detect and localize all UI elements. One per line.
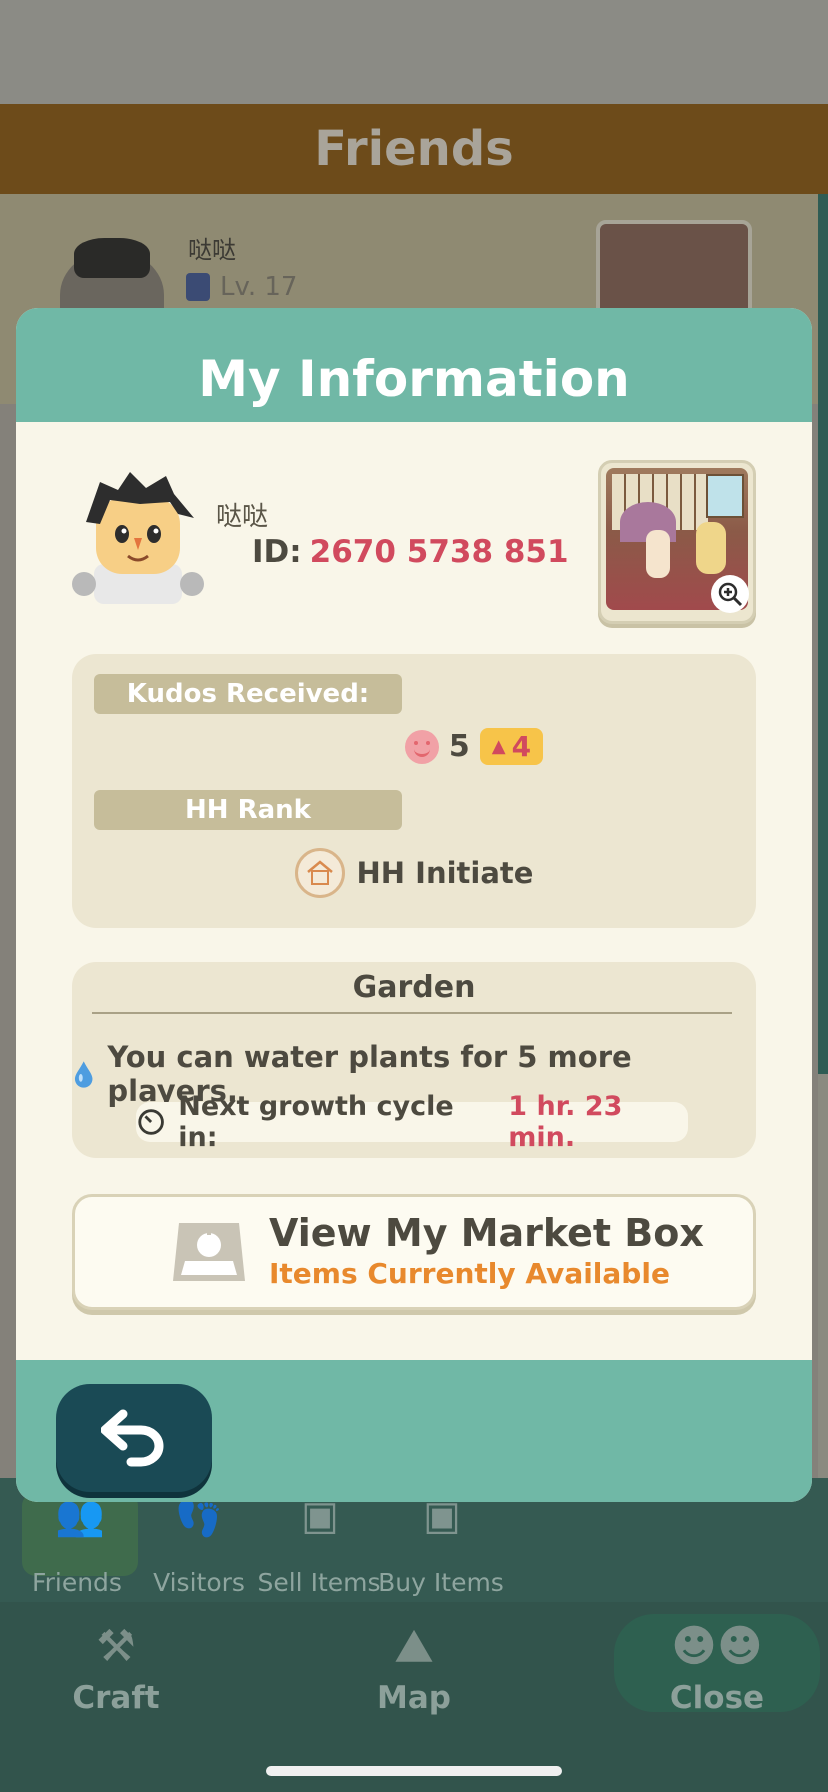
- rank-label: HH Rank: [94, 790, 402, 830]
- home-indicator: [266, 1766, 562, 1776]
- kudos-count: 5: [448, 729, 470, 764]
- profile-id: ID: 2670 5738 851: [252, 534, 569, 570]
- nav-map[interactable]: ⛰ Map: [344, 1620, 484, 1716]
- subnav-friends[interactable]: 👥: [22, 1492, 138, 1576]
- subnav-label-visitors: Visitors: [153, 1568, 245, 1597]
- modal-header: My Information: [16, 308, 812, 422]
- map-icon: ⛰: [395, 1621, 433, 1672]
- growth-label: Next growth cycle in:: [178, 1091, 454, 1153]
- rank-value: HH Initiate: [356, 856, 534, 890]
- close-villagers-icon: ☻☻: [671, 1621, 763, 1672]
- kudos-badge-value: 4: [511, 730, 532, 763]
- friend-room-thumbnail[interactable]: [596, 220, 752, 320]
- growth-cycle-pill: Next growth cycle in: 1 hr. 23 min.: [136, 1091, 688, 1153]
- my-information-modal: My Information 哒哒 ID: 2670 5738 851 Kudo…: [16, 308, 812, 1502]
- friend-name: 哒哒: [188, 236, 236, 264]
- friends-header: Friends: [0, 104, 828, 194]
- smiley-icon: [404, 729, 439, 764]
- kudos-row: 5 ▲ 4: [72, 728, 756, 765]
- subnav-label-friends: Friends: [32, 1568, 122, 1597]
- back-arrow-icon: [101, 1409, 164, 1467]
- profile-id-value: 2670 5738 851: [309, 534, 569, 570]
- back-button[interactable]: [56, 1384, 212, 1492]
- growth-time: 1 hr. 23 min.: [508, 1091, 623, 1153]
- nav-close[interactable]: ☻☻ Close: [652, 1620, 782, 1716]
- cat-heart-icon: [186, 273, 210, 301]
- nav-close-label: Close: [669, 1680, 765, 1716]
- friend-level-wrap: Lv. 17: [186, 272, 297, 302]
- garden-panel: Garden You can water plants for 5 more p…: [72, 962, 756, 1158]
- water-drop-icon: [74, 1061, 93, 1088]
- market-title: View My Market Box: [269, 1211, 704, 1255]
- nav-craft-label: Craft: [72, 1680, 160, 1716]
- garden-title: Garden: [352, 970, 476, 1005]
- triangle-up-icon: ▲: [491, 736, 506, 757]
- view-market-box-button[interactable]: View My Market Box Items Currently Avail…: [72, 1194, 756, 1310]
- avatar: [70, 468, 206, 604]
- kudos-panel: Kudos Received: 5 ▲ 4 HH Rank HH Initiat…: [72, 654, 756, 928]
- modal-title: My Information: [198, 350, 630, 408]
- status-area: [0, 0, 828, 104]
- market-subtitle: Items Currently Available: [269, 1257, 670, 1290]
- nav-map-label: Map: [377, 1680, 451, 1716]
- scrollbar[interactable]: [818, 194, 828, 1074]
- timer-icon: [138, 1109, 164, 1135]
- divider: [92, 1012, 732, 1014]
- house-badge-icon: [294, 848, 345, 898]
- kudos-badge: ▲ 4: [479, 728, 544, 765]
- zoom-in-icon[interactable]: [711, 575, 749, 613]
- profile-name: 哒哒: [216, 502, 269, 532]
- rank-row: HH Initiate: [72, 848, 756, 898]
- room-thumbnail[interactable]: [598, 460, 756, 624]
- subnav-label-sell-items: Sell Items: [257, 1568, 381, 1597]
- modal-footer: [16, 1360, 812, 1502]
- profile-id-label: ID:: [252, 534, 302, 570]
- nav-craft[interactable]: ⚒ Craft: [66, 1620, 166, 1716]
- subnav-label-buy-items: Buy Items: [378, 1568, 504, 1597]
- friend-level: Lv. 17: [220, 272, 298, 302]
- kudos-label: Kudos Received:: [94, 674, 402, 714]
- hammer-icon: ⚒: [96, 1621, 136, 1672]
- market-box-icon: [173, 1223, 245, 1281]
